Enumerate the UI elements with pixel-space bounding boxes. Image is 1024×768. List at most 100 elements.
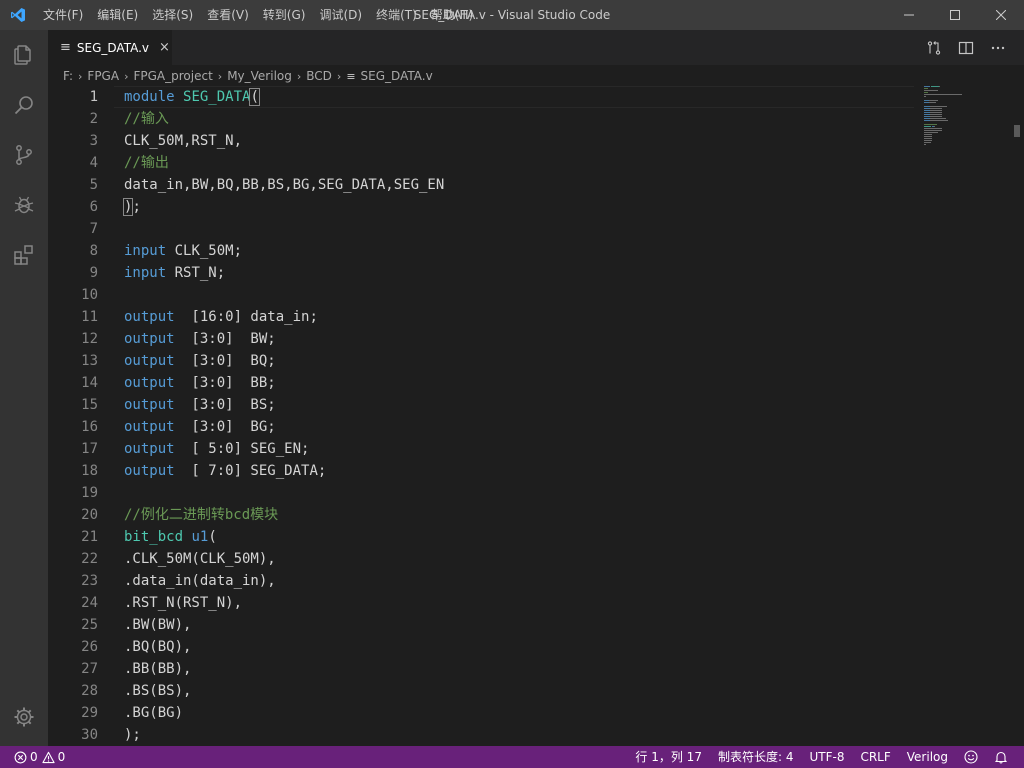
code-line[interactable]: 13 output [3:0] BQ;: [48, 350, 918, 372]
breadcrumb-item[interactable]: BCD: [306, 69, 332, 83]
code-token: CLK_50M,RST_N,: [124, 133, 243, 149]
eol-indicator[interactable]: CRLF: [852, 746, 898, 768]
code-token: .data_in(data_in),: [124, 573, 276, 589]
code-line[interactable]: 29 .BG(BG): [48, 702, 918, 724]
code-line[interactable]: 28 .BS(BS),: [48, 680, 918, 702]
menu-item-4[interactable]: 转到(G): [256, 0, 313, 30]
search-button[interactable]: [0, 80, 48, 130]
status-bar: 0 0 行 1，列 17 制表符长度: 4 UTF-8 CRLF Verilog: [0, 746, 1024, 768]
code-comment: //输入: [124, 111, 169, 127]
code-line[interactable]: 24 .RST_N(RST_N),: [48, 592, 918, 614]
minimap-line: [924, 136, 932, 137]
breadcrumb-item[interactable]: My_Verilog: [227, 69, 292, 83]
code-token: ;: [132, 199, 141, 215]
extensions-button[interactable]: [0, 230, 48, 280]
manage-button[interactable]: [0, 692, 48, 742]
minimap-line: [939, 86, 940, 87]
minimap-line: [924, 142, 931, 143]
feedback-button[interactable]: [956, 750, 986, 764]
code-token: [ 5:0] SEG_EN;: [174, 441, 310, 457]
encoding-indicator[interactable]: UTF-8: [801, 746, 852, 768]
line-content: module SEG_DATA(: [124, 86, 260, 108]
cursor-position[interactable]: 行 1，列 17: [627, 746, 710, 768]
code-token: [3:0] BQ;: [174, 353, 276, 369]
code-line[interactable]: 2 //输入: [48, 108, 918, 130]
line-number: 6: [89, 199, 98, 215]
line-number: 13: [81, 353, 98, 369]
code-line[interactable]: 3 CLK_50M,RST_N,: [48, 130, 918, 152]
problems-indicator[interactable]: 0 0: [12, 746, 73, 768]
open-changes-button[interactable]: [918, 30, 950, 65]
menu-item-0[interactable]: 文件(F): [36, 0, 90, 30]
menu-item-6[interactable]: 终端(T): [369, 0, 424, 30]
editor-actions: [918, 30, 1014, 65]
menu-item-1[interactable]: 编辑(E): [90, 0, 145, 30]
code-line[interactable]: 7: [48, 218, 918, 240]
code-token: .BB(BB),: [124, 661, 192, 677]
code-line[interactable]: 16 output [3:0] BG;: [48, 416, 918, 438]
code-token: [3:0] BS;: [174, 397, 276, 413]
minimap-line: [924, 126, 931, 127]
code-line[interactable]: 21 bit_bcd u1(: [48, 526, 918, 548]
breadcrumb-item[interactable]: F:: [63, 69, 73, 83]
code-line[interactable]: 5 data_in,BW,BQ,BB,BS,BG,SEG_DATA,SEG_EN: [48, 174, 918, 196]
maximize-button[interactable]: [932, 0, 978, 30]
notifications-button[interactable]: [986, 750, 1016, 764]
minimize-button[interactable]: [886, 0, 932, 30]
code-line[interactable]: 9 input RST_N;: [48, 262, 918, 284]
breadcrumb-item[interactable]: FPGA: [87, 69, 119, 83]
menu-item-2[interactable]: 选择(S): [145, 0, 200, 30]
code-line[interactable]: 20 //例化二进制转bcd模块: [48, 504, 918, 526]
line-number: 17: [81, 441, 98, 457]
vertical-scrollbar[interactable]: [1010, 87, 1024, 746]
code-line[interactable]: 6);: [48, 196, 918, 218]
line-number: 27: [81, 661, 98, 677]
code-line[interactable]: 10: [48, 284, 918, 306]
menu-item-5[interactable]: 调试(D): [312, 0, 369, 30]
code-line[interactable]: 19: [48, 482, 918, 504]
code-line[interactable]: 8 input CLK_50M;: [48, 240, 918, 262]
code-line[interactable]: 12 output [3:0] BW;: [48, 328, 918, 350]
breadcrumb-item[interactable]: SEG_DATA.v: [361, 69, 433, 83]
line-content: .data_in(data_in),: [124, 570, 276, 592]
code-line[interactable]: 17 output [ 5:0] SEG_EN;: [48, 438, 918, 460]
breadcrumb-item[interactable]: FPGA_project: [133, 69, 212, 83]
line-number: 23: [81, 573, 98, 589]
code-line[interactable]: 14 output [3:0] BB;: [48, 372, 918, 394]
tab-seg-data[interactable]: ≡ SEG_DATA.v ×: [48, 30, 172, 65]
code-line[interactable]: 1 module SEG_DATA(: [48, 86, 918, 108]
code-line[interactable]: 4 //输出: [48, 152, 918, 174]
tab-close-icon[interactable]: ×: [159, 40, 170, 55]
source-control-button[interactable]: [0, 130, 48, 180]
chevron-right-icon: ›: [296, 69, 302, 83]
code-line[interactable]: 30);: [48, 724, 918, 746]
minimap-line: [924, 130, 942, 131]
code-line[interactable]: 11 output [16:0] data_in;: [48, 306, 918, 328]
line-number: 20: [81, 507, 98, 523]
code-line[interactable]: 25 .BW(BW),: [48, 614, 918, 636]
code-line[interactable]: 27 .BB(BB),: [48, 658, 918, 680]
minimap-line: [924, 132, 938, 133]
menu-item-3[interactable]: 查看(V): [200, 0, 256, 30]
explorer-button[interactable]: [0, 30, 48, 80]
scrollbar-thumb[interactable]: [1014, 125, 1020, 137]
code-editor[interactable]: 1 module SEG_DATA(2//输入 3 CLK_50M,RST_N, 4//…: [48, 86, 918, 746]
tab-size-indicator[interactable]: 制表符长度: 4: [710, 746, 802, 768]
close-window-button[interactable]: [978, 0, 1024, 30]
minimap-line: [924, 138, 932, 139]
code-line[interactable]: 23 .data_in(data_in),: [48, 570, 918, 592]
code-line[interactable]: 22 .CLK_50M(CLK_50M),: [48, 548, 918, 570]
menu-item-7[interactable]: 帮助(H): [424, 0, 480, 30]
code-line[interactable]: 18 output [ 7:0] SEG_DATA;: [48, 460, 918, 482]
error-icon: [14, 751, 27, 763]
minimap[interactable]: [924, 86, 1016, 196]
language-mode[interactable]: Verilog: [899, 746, 956, 768]
code-line[interactable]: 26 .BQ(BQ),: [48, 636, 918, 658]
more-actions-button[interactable]: [982, 30, 1014, 65]
split-editor-button[interactable]: [950, 30, 982, 65]
code-line[interactable]: 15 output [3:0] BS;: [48, 394, 918, 416]
minimap-line: [929, 102, 936, 103]
line-number: 26: [81, 639, 98, 655]
debug-button[interactable]: [0, 180, 48, 230]
minimap-line: [924, 92, 928, 93]
